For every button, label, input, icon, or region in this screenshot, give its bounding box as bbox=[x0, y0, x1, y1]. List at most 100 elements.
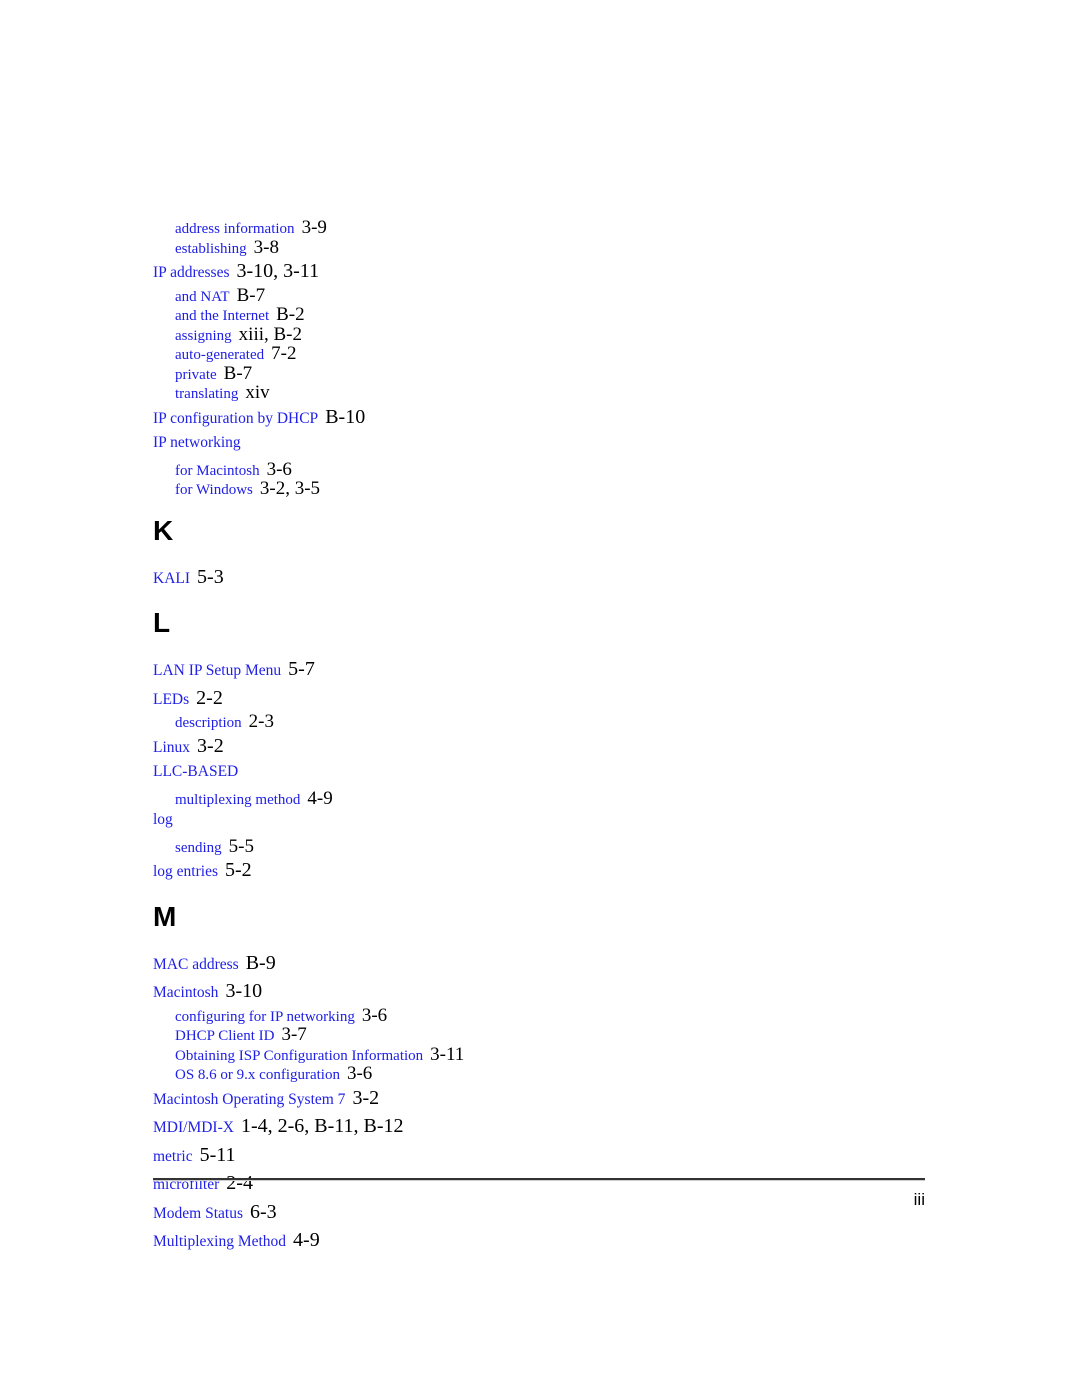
entry-page-references: 3-8 bbox=[253, 236, 279, 258]
index-subentry[interactable]: configuring for IP networking 3-6 bbox=[175, 1006, 928, 1026]
index-entry[interactable]: KALI 5-3 bbox=[153, 563, 928, 592]
index-subentry[interactable]: address information 3-9 bbox=[175, 218, 928, 238]
index-entry[interactable]: log entries 5-2 bbox=[153, 856, 928, 885]
entry-term: Macintosh Operating System 7 bbox=[153, 1090, 346, 1108]
index-entry[interactable]: IP configuration by DHCP B-10 bbox=[153, 403, 928, 432]
index-entry[interactable]: LEDs 2-2 bbox=[153, 684, 928, 713]
entry-page-references: B-7 bbox=[236, 284, 266, 306]
entry-page-references: 4-9 bbox=[293, 1229, 320, 1251]
index-subentry[interactable]: DHCP Client ID 3-7 bbox=[175, 1025, 928, 1045]
entry-page-references: 3-9 bbox=[301, 217, 327, 238]
entry-term: MDI/MDI-X bbox=[153, 1119, 234, 1136]
entry-page-references: 3-10 bbox=[225, 980, 263, 1002]
index-entry[interactable]: Linux 3-2 bbox=[153, 732, 928, 761]
entry-term: description bbox=[175, 715, 242, 731]
entry-page-references: B-7 bbox=[223, 362, 253, 384]
entry-term: multiplexing method bbox=[175, 791, 301, 808]
entry-term: IP networking bbox=[153, 434, 241, 451]
entry-page-references: 3-2 bbox=[197, 734, 224, 757]
entry-term: log bbox=[153, 811, 173, 828]
entry-page-references: B-2 bbox=[276, 304, 305, 325]
entry-term: KALI bbox=[153, 569, 191, 587]
entry-term: Multiplexing Method bbox=[153, 1233, 287, 1250]
entry-page-references: B-9 bbox=[245, 951, 276, 974]
index-subentry[interactable]: auto-generated 7-2 bbox=[175, 344, 928, 364]
index-subentry[interactable]: Obtaining ISP Configuration Information 3… bbox=[175, 1045, 928, 1065]
entry-page-references: 3-6 bbox=[266, 458, 292, 480]
entry-term: Macintosh bbox=[153, 984, 219, 1001]
index-entry[interactable]: metric 5-11 bbox=[153, 1141, 928, 1170]
index-subentry[interactable]: multiplexing method 4-9 bbox=[175, 789, 928, 809]
index-subentry[interactable]: sending 5-5 bbox=[175, 837, 928, 857]
entry-page-references: 5-5 bbox=[228, 835, 254, 857]
entry-page-references: 5-3 bbox=[197, 565, 224, 588]
entry-term: translating bbox=[175, 386, 239, 402]
entry-page-references: 3-2 bbox=[352, 1086, 380, 1109]
entry-term: LAN IP Setup Menu bbox=[153, 662, 282, 679]
entry-page-references: 4-9 bbox=[307, 787, 333, 809]
entry-term: IP addresses bbox=[153, 264, 230, 281]
entry-term: Linux bbox=[153, 738, 191, 756]
entry-term: for Macintosh bbox=[175, 462, 260, 479]
entry-term: assigning bbox=[175, 327, 232, 344]
entry-term: auto-generated bbox=[175, 347, 265, 363]
footer-page-number: iii bbox=[913, 1190, 925, 1209]
index-subentry[interactable]: and NAT B-7 bbox=[175, 286, 928, 306]
entry-page-references: xiii, B-2 bbox=[238, 323, 303, 345]
entry-page-references: xiv bbox=[245, 382, 270, 403]
entry-term: LLC-BASED bbox=[153, 763, 239, 780]
entry-term: LEDs bbox=[153, 690, 190, 708]
index-entry[interactable]: Macintosh 3-10 bbox=[153, 977, 928, 1006]
entry-term: IP configuration by DHCP bbox=[153, 409, 319, 427]
entry-page-references: 3-2, 3-5 bbox=[259, 478, 321, 499]
index-entry[interactable]: LLC-BASED bbox=[153, 760, 928, 789]
index-entry[interactable]: IP networking bbox=[153, 431, 928, 460]
index-subentry[interactable]: description 2-3 bbox=[175, 712, 928, 732]
page-footer: iii bbox=[153, 1178, 925, 1208]
entry-term: Obtaining ISP Configuration Information bbox=[175, 1047, 424, 1064]
entry-page-references: B-10 bbox=[325, 405, 366, 428]
index-subentry[interactable]: for Macintosh 3-6 bbox=[175, 460, 928, 480]
entry-term: establishing bbox=[175, 240, 247, 257]
entry-page-references: 2-2 bbox=[196, 686, 223, 709]
entry-page-references: 3-7 bbox=[281, 1024, 307, 1045]
entry-term: configuring for IP networking bbox=[175, 1008, 355, 1025]
index-subentry[interactable]: and the Internet B-2 bbox=[175, 305, 928, 325]
entry-term: OS 8.6 or 9.x configuration bbox=[175, 1067, 340, 1083]
entry-term: and NAT bbox=[175, 288, 230, 305]
index-entry[interactable]: Macintosh Operating System 7 3-2 bbox=[153, 1084, 928, 1113]
entry-page-references: 1-4, 2-6, B-11, B-12 bbox=[240, 1115, 404, 1137]
entry-page-references: 3-6 bbox=[346, 1063, 373, 1084]
section-letter-k: K bbox=[153, 514, 174, 546]
entry-page-references: 5-7 bbox=[288, 658, 315, 680]
entry-term: metric bbox=[153, 1147, 193, 1165]
index-entry-list: address information 3-9 establishing 3-8 IP … bbox=[153, 218, 928, 1255]
index-subentry[interactable]: private B-7 bbox=[175, 364, 928, 384]
index-subentry[interactable]: establishing 3-8 bbox=[175, 238, 928, 258]
index-page: address information 3-9 establishing 3-8 IP … bbox=[0, 0, 1080, 1397]
entry-term: sending bbox=[175, 839, 222, 856]
index-entry[interactable]: MDI/MDI-X 1-4, 2-6, B-11, B-12 bbox=[153, 1112, 928, 1141]
section-letter-m: M bbox=[153, 900, 177, 932]
entry-term: for Windows bbox=[175, 482, 253, 498]
entry-term: and the Internet bbox=[175, 308, 270, 324]
entry-page-references: 3-6 bbox=[361, 1004, 388, 1026]
index-entry[interactable]: IP addresses 3-10, 3-11 bbox=[153, 257, 928, 286]
entry-page-references: 5-11 bbox=[199, 1143, 236, 1166]
entry-page-references: 3-10, 3-11 bbox=[236, 260, 320, 282]
footer-divider bbox=[153, 1178, 925, 1181]
entry-term: log entries bbox=[153, 863, 218, 880]
index-entry[interactable]: log bbox=[153, 808, 928, 837]
entry-page-references: 3-11 bbox=[430, 1043, 465, 1065]
index-entry[interactable]: Multiplexing Method 4-9 bbox=[153, 1226, 928, 1255]
index-subentry[interactable]: assigning xiii, B-2 bbox=[175, 325, 928, 345]
index-entry[interactable]: MAC address B-9 bbox=[153, 949, 928, 978]
index-subentry[interactable]: OS 8.6 or 9.x configuration 3-6 bbox=[175, 1064, 928, 1084]
entry-term: address information bbox=[175, 221, 295, 237]
index-subentry[interactable]: for Windows 3-2, 3-5 bbox=[175, 479, 928, 499]
entry-term: private bbox=[175, 366, 217, 383]
entry-page-references: 7-2 bbox=[271, 343, 297, 364]
index-subentry[interactable]: translating xiv bbox=[175, 383, 928, 403]
index-entry[interactable]: LAN IP Setup Menu 5-7 bbox=[153, 655, 928, 684]
entry-page-references: 5-2 bbox=[225, 859, 252, 881]
